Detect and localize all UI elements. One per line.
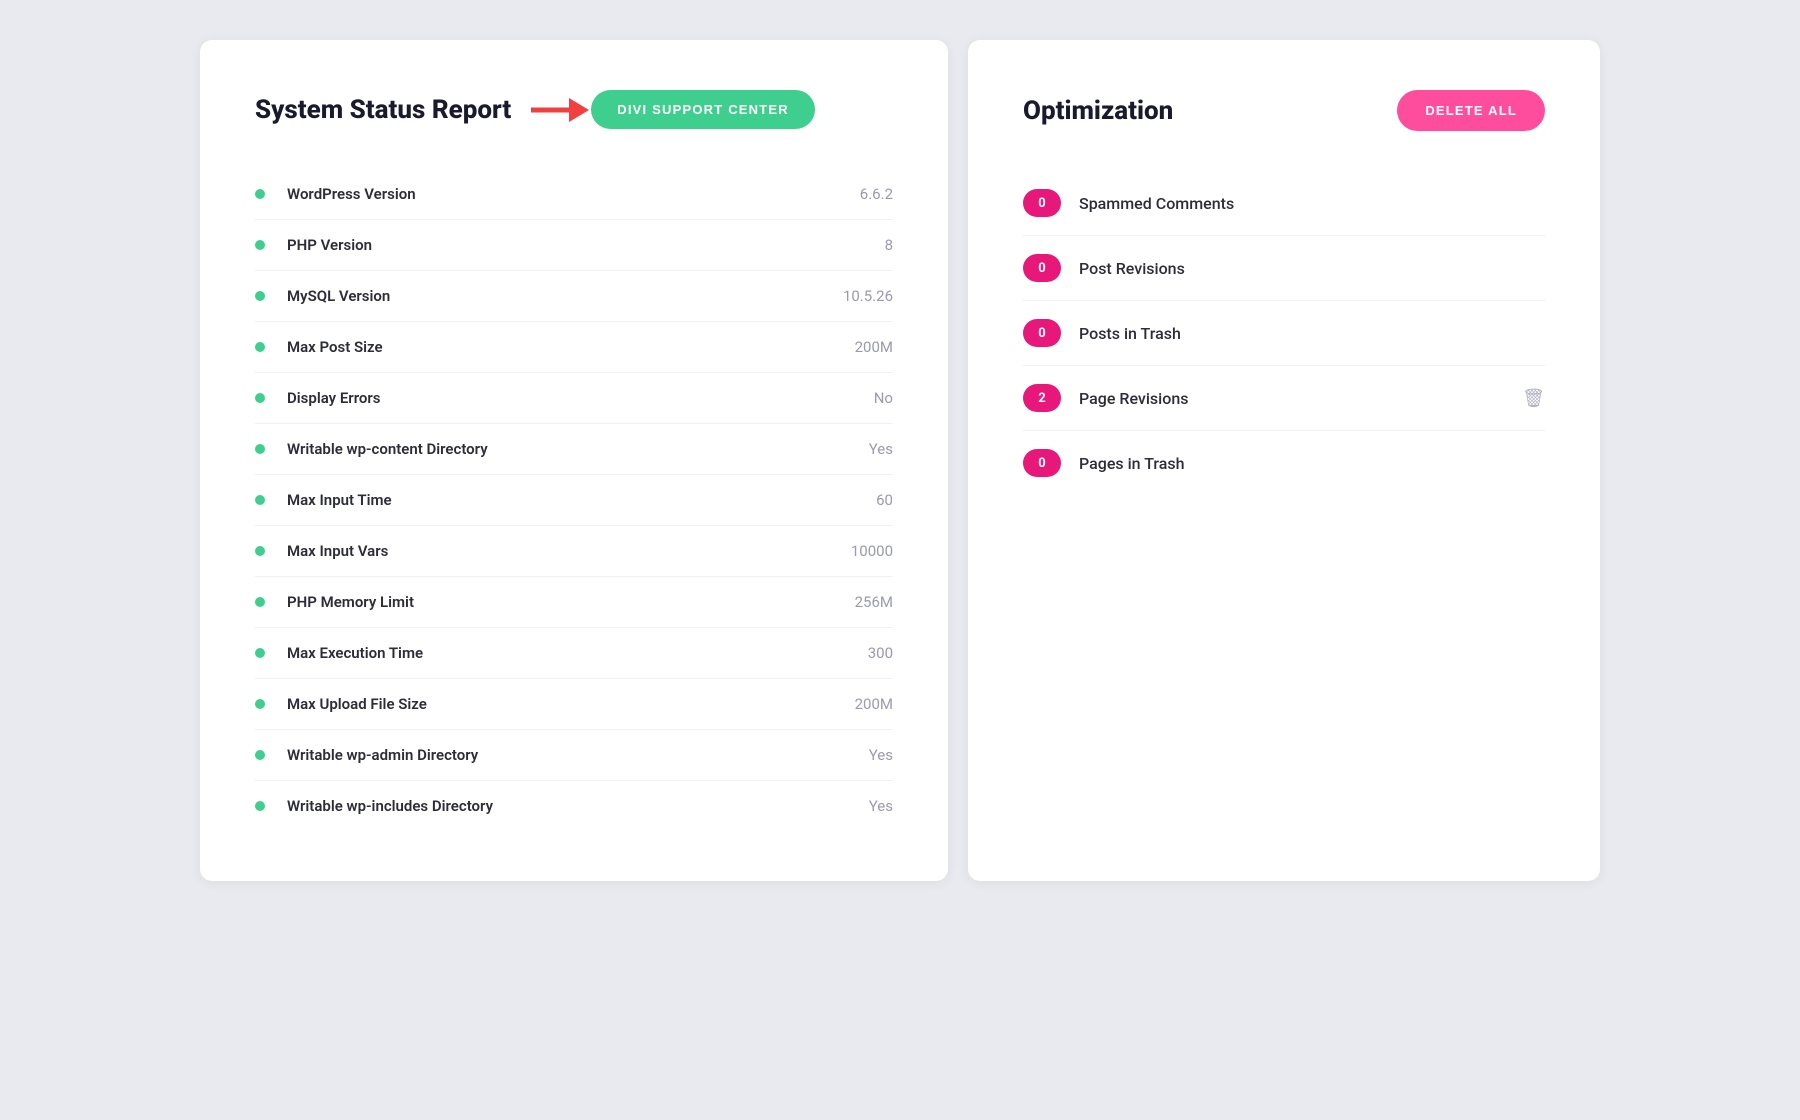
row-value: 10.5.26 bbox=[843, 287, 893, 305]
status-dot bbox=[255, 240, 265, 250]
optimization-rows: 0 Spammed Comments 0 Post Revisions 0 Po… bbox=[1023, 171, 1545, 495]
left-header: System Status Report DIVI SUPPORT CENTER bbox=[255, 90, 893, 129]
count-badge: 0 bbox=[1023, 189, 1061, 217]
optimization-row: 0 Spammed Comments bbox=[1023, 171, 1545, 236]
status-dot bbox=[255, 444, 265, 454]
system-row: PHP Version 8 bbox=[255, 220, 893, 271]
row-label: PHP Version bbox=[287, 236, 865, 254]
opt-label: Pages in Trash bbox=[1079, 454, 1545, 473]
row-label: WordPress Version bbox=[287, 185, 840, 203]
row-value: 60 bbox=[876, 491, 893, 509]
system-row: Display Errors No bbox=[255, 373, 893, 424]
system-rows: WordPress Version 6.6.2 PHP Version 8 My… bbox=[255, 169, 893, 831]
row-value: 256M bbox=[855, 593, 893, 611]
row-value: Yes bbox=[869, 797, 893, 815]
optimization-title: Optimization bbox=[1023, 96, 1173, 126]
opt-label: Posts in Trash bbox=[1079, 324, 1545, 343]
row-label: Max Input Time bbox=[287, 491, 856, 509]
row-label: Writable wp-includes Directory bbox=[287, 797, 849, 815]
system-row: Max Upload File Size 200M bbox=[255, 679, 893, 730]
right-header: Optimization DELETE ALL bbox=[1023, 90, 1545, 131]
opt-label: Spammed Comments bbox=[1079, 194, 1545, 213]
system-row: Max Execution Time 300 bbox=[255, 628, 893, 679]
system-row: Writable wp-content Directory Yes bbox=[255, 424, 893, 475]
status-dot bbox=[255, 699, 265, 709]
system-row: Writable wp-includes Directory Yes bbox=[255, 781, 893, 831]
system-row: Writable wp-admin Directory Yes bbox=[255, 730, 893, 781]
system-row: Max Input Time 60 bbox=[255, 475, 893, 526]
row-value: 200M bbox=[855, 695, 893, 713]
optimization-row: 0 Post Revisions bbox=[1023, 236, 1545, 301]
system-status-title: System Status Report bbox=[255, 95, 511, 125]
divi-support-center-button[interactable]: DIVI SUPPORT CENTER bbox=[591, 90, 815, 129]
status-dot bbox=[255, 291, 265, 301]
row-label: Max Upload File Size bbox=[287, 695, 835, 713]
system-row: MySQL Version 10.5.26 bbox=[255, 271, 893, 322]
row-value: 6.6.2 bbox=[860, 185, 893, 203]
status-dot bbox=[255, 495, 265, 505]
optimization-row: 0 Pages in Trash bbox=[1023, 431, 1545, 495]
row-label: MySQL Version bbox=[287, 287, 823, 305]
status-dot bbox=[255, 648, 265, 658]
count-badge: 0 bbox=[1023, 254, 1061, 282]
delete-all-button[interactable]: DELETE ALL bbox=[1397, 90, 1545, 131]
row-value: 200M bbox=[855, 338, 893, 356]
system-row: Max Input Vars 10000 bbox=[255, 526, 893, 577]
opt-label: Post Revisions bbox=[1079, 259, 1545, 278]
optimization-row: 2 Page Revisions 🗑 bbox=[1023, 366, 1545, 431]
status-dot bbox=[255, 750, 265, 760]
arrow-btn-wrapper: DIVI SUPPORT CENTER bbox=[531, 90, 815, 129]
row-value: 8 bbox=[885, 236, 893, 254]
optimization-card: Optimization DELETE ALL 0 Spammed Commen… bbox=[968, 40, 1600, 881]
row-label: Max Post Size bbox=[287, 338, 835, 356]
row-label: Writable wp-content Directory bbox=[287, 440, 849, 458]
row-value: No bbox=[874, 389, 893, 407]
row-value: Yes bbox=[869, 440, 893, 458]
trash-icon[interactable]: 🗑 bbox=[1522, 388, 1545, 409]
count-badge: 0 bbox=[1023, 319, 1061, 347]
row-value: 300 bbox=[868, 644, 893, 662]
opt-label: Page Revisions bbox=[1079, 389, 1510, 408]
status-dot bbox=[255, 546, 265, 556]
status-dot bbox=[255, 189, 265, 199]
row-label: Writable wp-admin Directory bbox=[287, 746, 849, 764]
count-badge: 0 bbox=[1023, 449, 1061, 477]
system-row: Max Post Size 200M bbox=[255, 322, 893, 373]
system-status-card: System Status Report DIVI SUPPORT CENTER… bbox=[200, 40, 948, 881]
status-dot bbox=[255, 393, 265, 403]
optimization-row: 0 Posts in Trash bbox=[1023, 301, 1545, 366]
page-wrapper: System Status Report DIVI SUPPORT CENTER… bbox=[200, 40, 1600, 881]
status-dot bbox=[255, 597, 265, 607]
count-badge: 2 bbox=[1023, 384, 1061, 412]
status-dot bbox=[255, 801, 265, 811]
row-label: PHP Memory Limit bbox=[287, 593, 835, 611]
row-label: Max Execution Time bbox=[287, 644, 848, 662]
system-row: WordPress Version 6.6.2 bbox=[255, 169, 893, 220]
row-label: Display Errors bbox=[287, 389, 854, 407]
row-value: 10000 bbox=[851, 542, 893, 560]
status-dot bbox=[255, 342, 265, 352]
system-row: PHP Memory Limit 256M bbox=[255, 577, 893, 628]
row-value: Yes bbox=[869, 746, 893, 764]
row-label: Max Input Vars bbox=[287, 542, 831, 560]
